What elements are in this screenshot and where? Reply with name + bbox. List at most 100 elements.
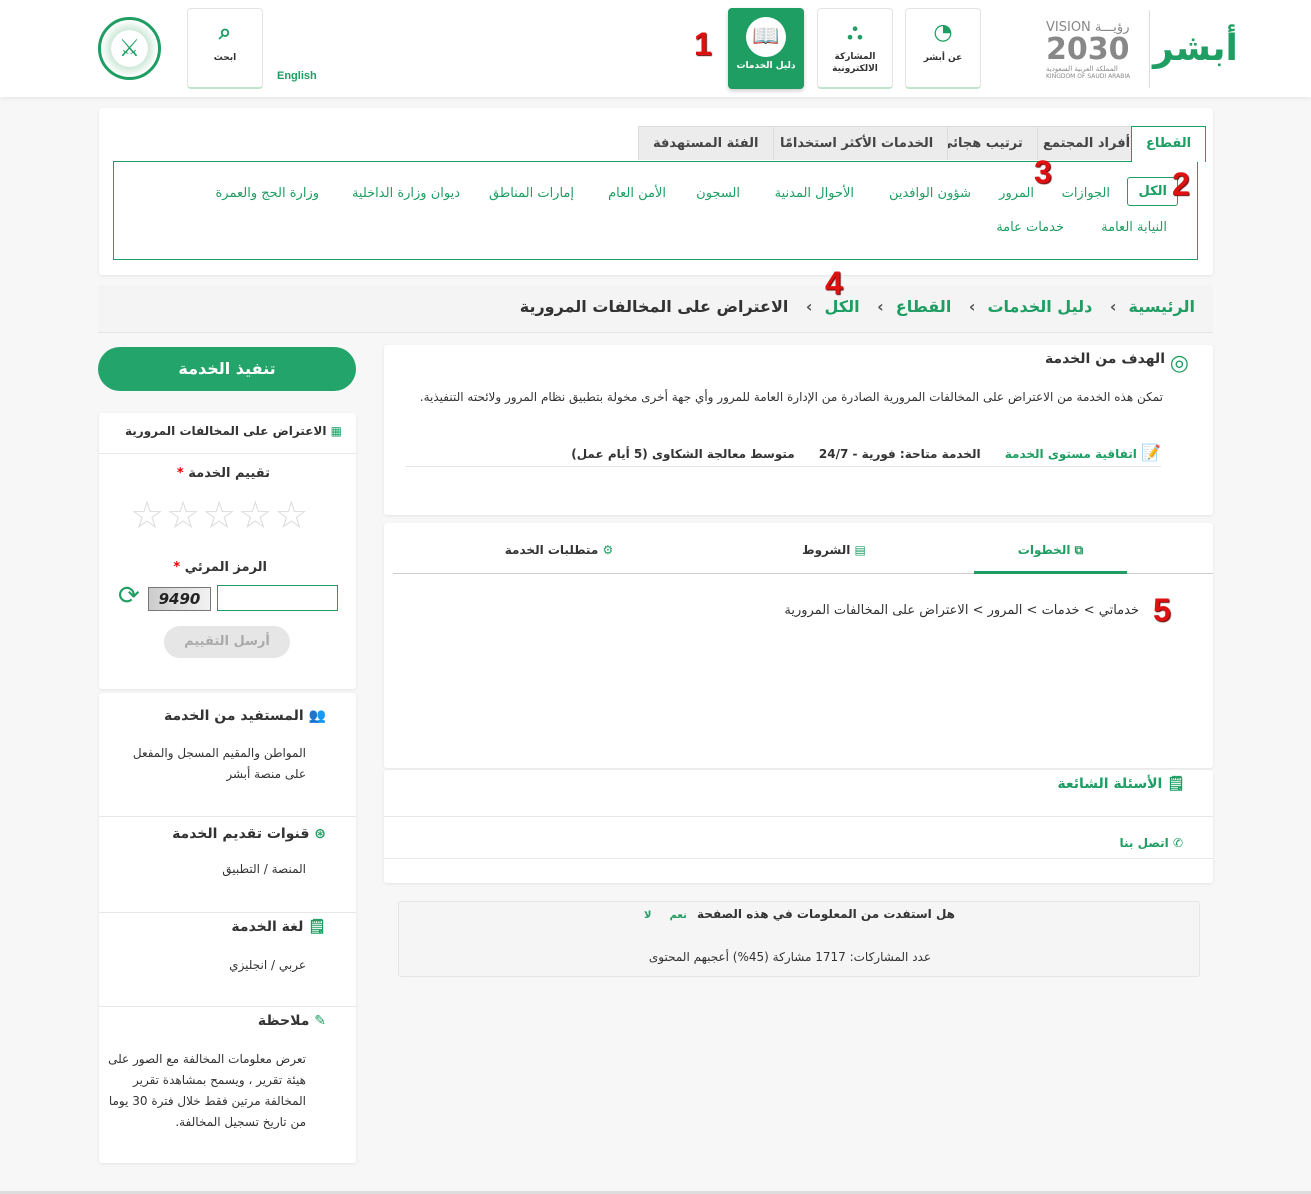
tab-sector[interactable]: القطاع	[1131, 126, 1207, 162]
star-rating[interactable]: ☆☆☆☆☆	[129, 493, 309, 537]
filter-passports[interactable]: الجوازات	[1062, 186, 1110, 201]
service-name-row: ▦ الاعتراض على المخالفات المرورية	[125, 424, 342, 438]
star-icon[interactable]: ☆	[274, 493, 308, 537]
section-channels: ⊛ قنوات تقديم الخدمة المنصة / التطبيق	[99, 817, 356, 912]
note-edit-icon: ✎	[314, 1013, 326, 1029]
nav-label: المشاركة الالكترونية	[832, 52, 878, 74]
tab-label: الشروط	[802, 543, 851, 557]
rating-card: ▦ الاعتراض على المخالفات المرورية تقييم …	[99, 413, 356, 689]
tab-label: متطلبات الخدمة	[504, 543, 599, 557]
requirements-icon: ⚙	[602, 543, 614, 557]
complaints-time: متوسط معالجة الشكاوى (5 أيام عمل)	[571, 447, 795, 461]
sla-label: اتفاقية مستوى الخدمة	[1004, 447, 1137, 461]
filter-traffic[interactable]: المرور	[999, 186, 1034, 201]
users-icon: 👥	[308, 708, 326, 724]
captcha-image: 9490	[148, 587, 211, 611]
faq-link[interactable]: 🗒 الأسئلة الشائعة	[1057, 776, 1185, 792]
feedback-no[interactable]: لا	[644, 910, 651, 921]
tab-most-used[interactable]: الخدمات الأكثر استخدامًا	[765, 126, 949, 160]
feedback-box: هل استفدت من المعلومات في هذه الصفحة نعم…	[398, 901, 1200, 977]
details-tabs-card: ⧉ الخطوات ▤ الشروط ⚙ متطلبات الخدمة خدما…	[384, 523, 1213, 768]
section-title: لغة الخدمة	[231, 919, 304, 935]
section-title: ملاحظة	[257, 1013, 310, 1029]
filter-moi-diwan[interactable]: ديوان وزارة الداخلية	[352, 186, 460, 201]
cursor-circle-icon: ◔	[933, 20, 953, 45]
section-language: 🗒 لغة الخدمة عربي / انجليزي	[99, 913, 356, 1006]
vision-year: 2030	[1046, 32, 1130, 67]
nav-label: عن أبشر	[923, 53, 963, 63]
nav-about-absher[interactable]: ◔ عن أبشر	[905, 8, 981, 89]
filter-prosecution[interactable]: النيابة العامة	[1101, 220, 1167, 235]
star-icon[interactable]: ☆	[238, 493, 272, 537]
checklist-icon: ▤	[854, 543, 866, 557]
filter-public-security[interactable]: الأمن العام	[608, 186, 666, 201]
faq-label: الأسئلة الشائعة	[1057, 776, 1163, 792]
annotation-1: 1	[694, 26, 712, 62]
annotation-2: 2	[1172, 166, 1190, 202]
tab-requirements[interactable]: ⚙ متطلبات الخدمة	[484, 543, 634, 557]
vision-2030-logo: VISION رؤيـــة 2030 المملكة العربية السع…	[1046, 20, 1142, 80]
channels-icon: ⊛	[314, 826, 326, 842]
nav-services-guide[interactable]: 📖 دليل الخدمات	[728, 8, 804, 89]
contract-icon: 📝	[1141, 443, 1161, 462]
divider	[99, 453, 356, 454]
annotation-4: 4	[825, 265, 843, 301]
phone-icon: ✆	[1172, 836, 1183, 850]
submit-rating-button[interactable]: أرسل التقييم	[164, 626, 290, 658]
divider	[384, 816, 1213, 817]
header: ⚔ ⌕ ابحث English 📖 دليل الخدمات ⛬ المشاركة …	[0, 0, 1311, 97]
annotation-5: 5	[1153, 592, 1171, 628]
section-text: عربي / انجليزي	[229, 958, 306, 972]
filter-civil-affairs[interactable]: الأحوال المدنية	[775, 186, 854, 201]
availability: الخدمة متاحة: فورية - 24/7	[818, 447, 981, 461]
info-card: 👥 المستفيد من الخدمة المواطن والمقيم الم…	[99, 693, 356, 1163]
faq-card: 🗒 الأسئلة الشائعة ✆ اتصل بنا	[384, 770, 1213, 883]
execute-service-button[interactable]: تنفيذ الخدمة	[98, 347, 356, 391]
refresh-icon[interactable]: ⟳	[118, 581, 140, 611]
filter-expats[interactable]: شؤون الوافدين	[889, 186, 971, 201]
filter-general-services[interactable]: خدمات عامة	[996, 220, 1064, 235]
annotation-3: 3	[1034, 154, 1052, 190]
filter-emirates[interactable]: إمارات المناطق	[489, 186, 574, 201]
steps-icon: ⧉	[1074, 543, 1084, 557]
nav-e-participation[interactable]: ⛬ المشاركة الالكترونية	[817, 8, 893, 89]
goal-card: ◎ الهدف من الخدمة تمكن هذه الخدمة من الا…	[384, 345, 1213, 515]
certificate-icon: 🗒	[1167, 776, 1185, 792]
divider	[1149, 10, 1150, 88]
captcha-input[interactable]	[217, 585, 338, 611]
breadcrumb-home[interactable]: الرئيسية	[1129, 297, 1196, 316]
filter-hajj[interactable]: وزارة الحج والعمرة	[216, 186, 320, 201]
search-button[interactable]: ⌕ ابحث	[187, 8, 263, 89]
section-text: تعرض معلومات المخالفة مع الصور على هيئة …	[108, 1052, 306, 1129]
certificate-icon: 🗒	[308, 919, 326, 935]
service-name: الاعتراض على المخالفات المرورية	[125, 424, 327, 438]
feedback-question-row: هل استفدت من المعلومات في هذه الصفحة نعم…	[644, 907, 955, 921]
feedback-yes[interactable]: نعم	[670, 910, 687, 921]
section-text: المنصة / التطبيق	[222, 862, 306, 876]
breadcrumb-sector[interactable]: القطاع	[896, 297, 952, 316]
star-icon[interactable]: ☆	[202, 493, 236, 537]
section-note: ✎ ملاحظة تعرض معلومات المخالفة مع الصور …	[99, 1007, 356, 1157]
target-icon: ◎	[1169, 351, 1189, 376]
contact-link[interactable]: ✆ اتصل بنا	[1120, 836, 1184, 850]
filter-prisons[interactable]: السجون	[696, 186, 740, 201]
breadcrumb-current: الاعتراض على المخالفات المرورية	[519, 297, 789, 316]
filter-all[interactable]: الكل	[1127, 177, 1178, 206]
section-title: قنوات تقديم الخدمة	[172, 826, 310, 842]
breadcrumb-services-guide[interactable]: دليل الخدمات	[987, 297, 1092, 316]
star-icon[interactable]: ☆	[130, 493, 164, 537]
english-link[interactable]: English	[277, 70, 317, 82]
rating-label: تقييم الخدمة *	[176, 466, 270, 481]
star-icon[interactable]: ☆	[166, 493, 200, 537]
tab-target-group[interactable]: الفئة المستهدفة	[638, 126, 774, 160]
feedback-stats: عدد المشاركات: 1717 مشاركة (45%) أعجبهم …	[648, 950, 931, 964]
search-label: ابحث	[213, 53, 237, 63]
tab-steps[interactable]: ⧉ الخطوات	[974, 543, 1127, 574]
form-icon: ▦	[330, 424, 342, 438]
ministry-emblem: ⚔	[98, 17, 161, 80]
share-network-icon: ⛬	[847, 20, 863, 45]
nav-label: دليل الخدمات	[736, 61, 796, 71]
contact-label: اتصل بنا	[1119, 836, 1169, 850]
search-icon: ⌕	[218, 20, 232, 45]
tab-conditions[interactable]: ▤ الشروط	[764, 543, 904, 557]
